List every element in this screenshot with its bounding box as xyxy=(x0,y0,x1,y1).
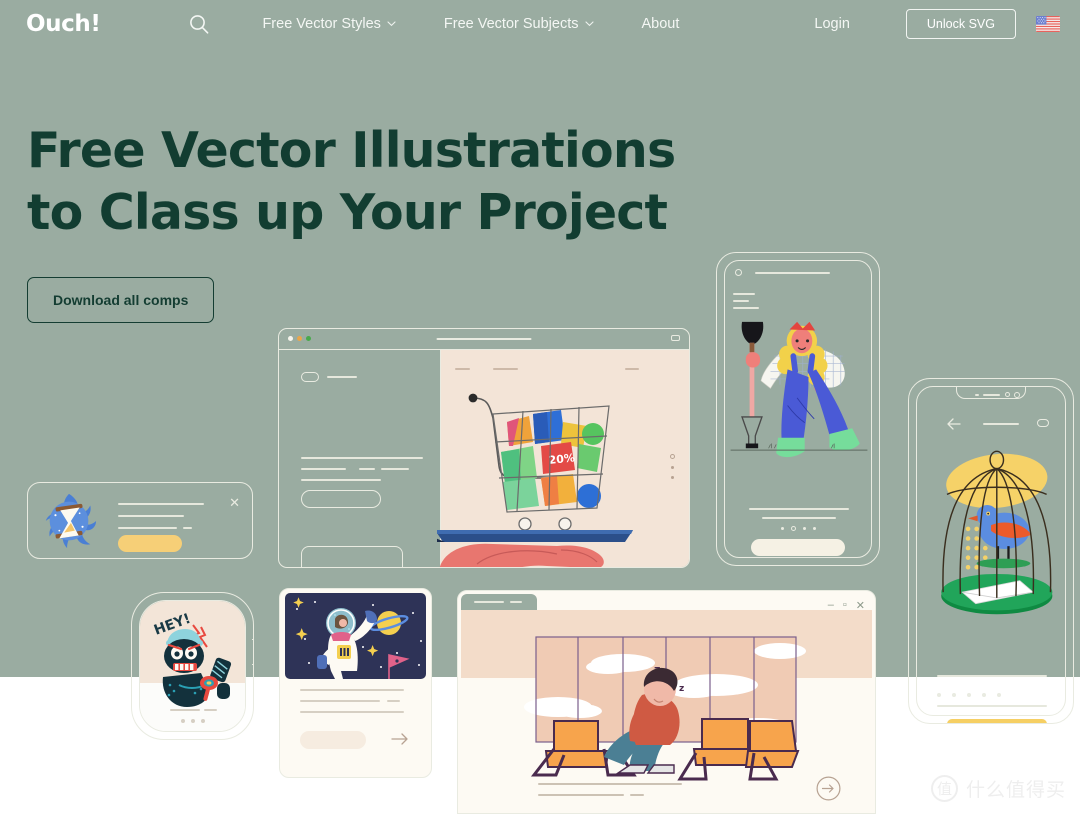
astronaut-illustration xyxy=(285,593,426,679)
nav-item-free-vector-styles[interactable]: Free Vector Styles xyxy=(238,16,419,32)
site-logo[interactable]: Ouch! xyxy=(26,11,101,37)
arrow-right-circle-icon[interactable] xyxy=(816,776,841,806)
astronaut-card-mockup[interactable] xyxy=(279,588,432,778)
search-icon[interactable] xyxy=(188,13,210,35)
nav-item-about[interactable]: About xyxy=(618,16,704,32)
download-all-comps-button[interactable]: Download all comps xyxy=(27,277,215,323)
chevron-down-icon xyxy=(584,19,594,30)
page-root: Ouch! Free Vector Styles Free Vector Sub… xyxy=(0,0,1080,814)
top-navigation: Ouch! Free Vector Styles Free Vector Sub… xyxy=(0,0,1080,48)
browser-url-bar[interactable] xyxy=(436,338,532,340)
carousel-dots[interactable] xyxy=(717,526,879,531)
phone2-cta-button[interactable] xyxy=(947,719,1047,723)
nav-right-group: Login Unlock SVG xyxy=(814,0,1060,48)
close-icon[interactable]: ✕ xyxy=(229,496,240,509)
browser-menu-icon[interactable] xyxy=(671,335,680,341)
arrow-right-icon[interactable] xyxy=(391,732,409,751)
nav-item-label: About xyxy=(641,16,680,32)
nav-item-free-vector-subjects[interactable]: Free Vector Subjects xyxy=(420,16,618,32)
browser-content-cart-illustration: 20% xyxy=(437,350,689,567)
watch-screen: HEY! xyxy=(139,600,246,732)
window-close-dot[interactable] xyxy=(288,336,293,341)
hourglass-badge-icon xyxy=(45,493,97,549)
arrow-left-icon[interactable] xyxy=(947,417,961,435)
watch-dots xyxy=(140,719,245,723)
window-minimize-dot[interactable] xyxy=(297,336,302,341)
headline-line-2: to Class up Your Project xyxy=(27,184,668,241)
gardener-phone-mockup[interactable] xyxy=(716,252,880,566)
svg-text:20%: 20% xyxy=(548,451,576,467)
watermark-logo-icon: 值 xyxy=(930,775,958,802)
page-title: Free Vector Illustrations to Class up Yo… xyxy=(27,120,727,244)
traffic-lights xyxy=(288,336,311,341)
browser-sidebar xyxy=(279,350,441,567)
watch-crown[interactable] xyxy=(252,639,253,665)
watermark: 值 什么值得买 xyxy=(930,775,1066,802)
nav-item-label: Free Vector Subjects xyxy=(443,16,579,32)
unlock-svg-button[interactable]: Unlock SVG xyxy=(905,9,1016,39)
pin-dots[interactable] xyxy=(937,693,1001,697)
svg-text:z: z xyxy=(679,684,684,694)
nav-links: Free Vector Styles Free Vector Subjects … xyxy=(238,16,703,32)
browser-titlebar xyxy=(279,329,689,349)
headline-line-1: Free Vector Illustrations xyxy=(27,122,676,179)
window-maximize-dot[interactable] xyxy=(306,336,311,341)
chevron-down-icon xyxy=(387,19,396,30)
smartwatch-mockup[interactable]: HEY! xyxy=(131,592,254,740)
phone-cta-button[interactable] xyxy=(751,539,845,556)
login-link[interactable]: Login xyxy=(814,16,885,32)
toast-action-button[interactable] xyxy=(118,535,182,552)
airport-waiting-window-mockup[interactable]: – ▫ ✕ z xyxy=(457,590,876,814)
shopping-cart-browser-mockup[interactable]: 20% xyxy=(278,328,690,568)
nav-item-label: Free Vector Styles xyxy=(262,16,381,32)
astro-cta-button[interactable] xyxy=(300,731,366,749)
watermark-text: 什么值得买 xyxy=(965,779,1066,801)
hero-section: Free Vector Illustrations to Class up Yo… xyxy=(27,120,727,323)
birdcage-phone-mockup[interactable] xyxy=(908,378,1074,724)
hourglass-notification-toast[interactable]: ✕ xyxy=(27,482,253,559)
us-flag-icon[interactable] xyxy=(1036,16,1060,32)
